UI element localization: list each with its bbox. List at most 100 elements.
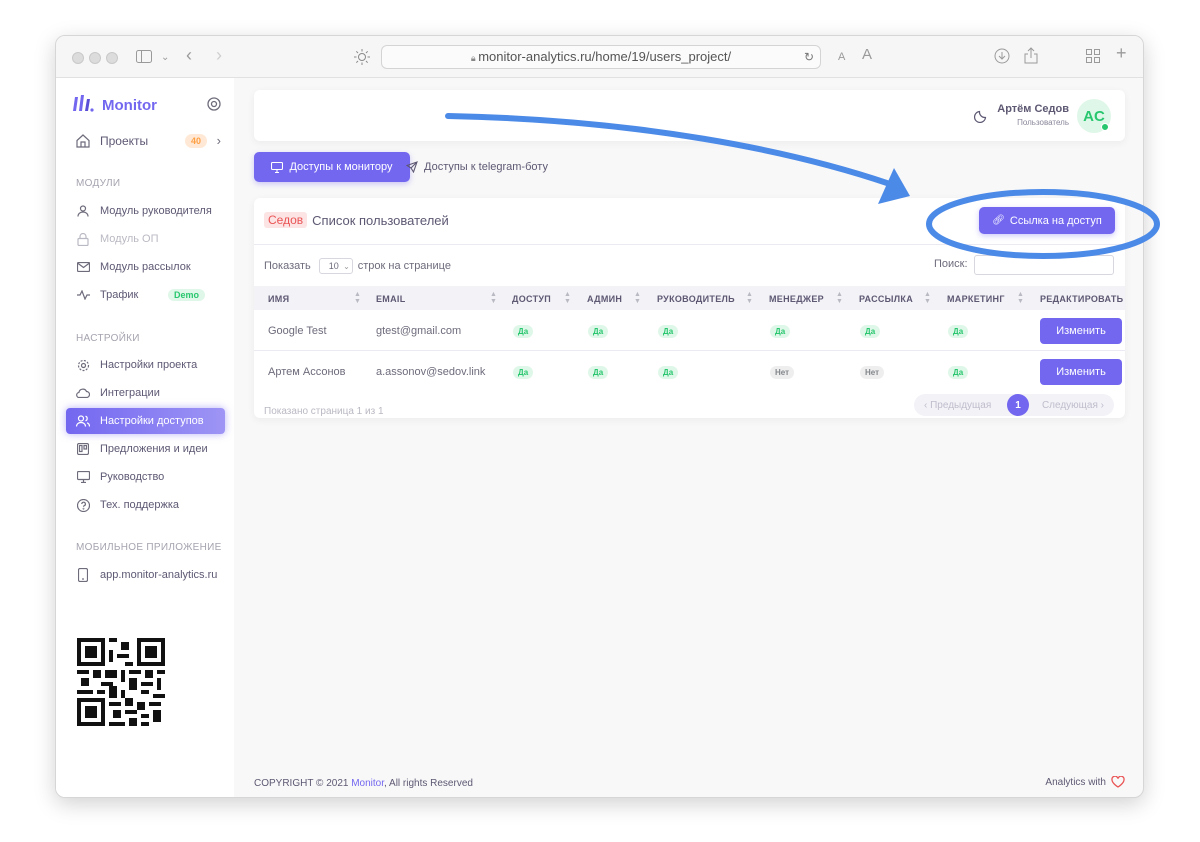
avatar[interactable]: AC [1077,99,1111,133]
tab-telegram-access[interactable]: Доступы к telegram-боту [406,161,548,173]
sidebar-item-mailing-module[interactable]: Модуль рассылок [66,254,225,280]
link-icon: 🔗︎ [992,215,1005,226]
new-tab-icon[interactable]: + [1116,44,1127,62]
sort-icon[interactable]: ▲ ▼ [634,291,641,305]
sidebar-item-suggestions[interactable]: Предложения и идеи [66,436,225,462]
sidebar-toggle-icon[interactable] [136,50,152,65]
brightness-icon[interactable] [354,49,370,67]
status-badge: Да [860,325,881,338]
sidebar-item-label: Модуль ОП [100,233,159,245]
sidebar-item-label: app.monitor-analytics.ru [100,569,218,581]
pagination-info: Показано страница 1 из 1 [264,406,384,417]
qr-code-image [77,638,165,726]
sort-icon[interactable]: ▲ ▼ [490,291,497,305]
modules-section-title: МОДУЛИ [76,178,121,189]
column-header-head[interactable]: РУКОВОДИТЕЛЬ [657,294,735,304]
share-icon[interactable] [1024,47,1038,66]
tabs-overview-icon[interactable] [1086,49,1100,65]
search-label: Поиск: [934,258,968,270]
access-link-button[interactable]: 🔗︎ Ссылка на доступ [979,207,1115,234]
mail-icon [76,260,90,274]
settings-section-title: НАСТРОЙКИ [76,333,140,344]
button-label: Ссылка на доступ [1009,214,1102,227]
browser-toolbar: ⌄ ‹ › 🔒︎ monitor-analytics.ru/home/19/us… [56,36,1143,78]
column-header-name[interactable]: ИМЯ [268,294,289,304]
column-header-email[interactable]: EMAIL [376,294,406,304]
mobile-section-title: МОБИЛЬНОЕ ПРИЛОЖЕНИЕ [76,542,222,553]
next-page-button[interactable]: Следующая › [1042,400,1104,411]
status-badge: Нет [770,366,795,379]
reload-icon[interactable]: ↻ [804,46,814,68]
rows-label: строк на странице [357,260,451,272]
user-name[interactable]: Артём Седов [997,103,1069,115]
tab-monitor-access[interactable]: Доступы к монитору [254,152,410,182]
lock-icon [76,232,90,246]
status-badge: Да [948,325,969,338]
activity-icon [76,288,90,302]
column-header-admin[interactable]: АДМИН [587,294,622,304]
status-badge: Да [588,325,609,338]
forward-arrow-icon[interactable]: › [216,46,222,64]
sidebar-item-label: Модуль руководителя [100,205,212,217]
sort-icon[interactable]: ▲ ▼ [746,291,753,305]
sidebar-item-support[interactable]: Тех. поддержка [66,492,225,518]
sort-icon[interactable]: ▲ ▼ [564,291,571,305]
column-header-manager[interactable]: МЕНЕДЖЕР [769,294,824,304]
sidebar-item-mobile-app[interactable]: app.monitor-analytics.ru [66,562,225,588]
cell-email: a.assonov@sedov.link [376,366,486,378]
page-size-control: Показать 10 ⌄ строк на странице [264,258,451,274]
sort-icon[interactable]: ▲ ▼ [924,291,931,305]
edit-button[interactable]: Изменить [1040,318,1122,344]
analytics-credit: Analytics with [1045,776,1125,788]
address-bar[interactable]: 🔒︎ monitor-analytics.ru/home/19/users_pr… [381,45,821,69]
text-smaller-icon[interactable]: A [838,50,845,64]
monitor-logo-icon [72,94,94,117]
close-window-button[interactable] [72,52,84,64]
show-label: Показать [264,260,311,272]
chevron-down-icon[interactable]: ⌄ [161,51,169,65]
page-size-select[interactable]: 10 ⌄ [318,258,353,274]
copyright: COPYRIGHT © 2021 Monitor, All rights Res… [254,778,473,789]
previous-page-button[interactable]: ‹ Предыдущая [924,400,991,411]
column-header-access[interactable]: ДОСТУП [512,294,551,304]
send-icon [406,161,418,173]
sidebar-item-projects[interactable]: Проекты 40 › [66,128,225,154]
text-larger-icon[interactable]: A [862,47,872,62]
download-icon[interactable] [994,48,1010,66]
moon-icon[interactable] [973,108,990,124]
sidebar-item-project-settings[interactable]: Настройки проекта [66,352,225,378]
page-number-button[interactable]: 1 [1007,394,1029,416]
cell-email: gtest@gmail.com [376,325,462,337]
table-row: Артем Ассонов a.assonov@sedov.link Да Да… [254,351,1125,392]
home-icon [76,134,90,148]
status-badge: Да [948,366,969,379]
project-tag: Седов [264,212,308,228]
sidebar-item-traffic[interactable]: Трафик Demo [66,282,225,308]
sort-icon[interactable]: ▲ ▼ [836,291,843,305]
brand[interactable]: Monitor [72,94,157,116]
minimize-window-button[interactable] [89,52,101,64]
copyright-link[interactable]: Monitor [351,778,384,789]
zoom-window-button[interactable] [106,52,118,64]
sidebar-item-access-settings[interactable]: Настройки доступов [66,408,225,434]
sidebar-item-label: Модуль рассылок [100,261,191,273]
pagination: ‹ Предыдущая 1 Следующая › [914,394,1114,416]
page-size-value: 10 [328,261,339,271]
analytics-text: Analytics with [1045,776,1106,788]
edit-button[interactable]: Изменить [1040,359,1122,385]
table-header: ИМЯ ▲ ▼ EMAIL ▲ ▼ ДОСТУП ▲ ▼ АДМИН ▲ ▼ РУКОВ… [254,286,1125,310]
users-card: Седов Список пользователей 🔗︎ Ссылка на … [254,198,1125,418]
sort-icon[interactable]: ▲ ▼ [354,291,361,305]
search-input[interactable] [974,255,1114,275]
sidebar-item-head-module[interactable]: Модуль руководителя [66,198,225,224]
tab-label: Доступы к telegram-боту [424,161,548,173]
pin-sidebar-icon[interactable] [207,97,221,116]
sidebar-item-integrations[interactable]: Интеграции [66,380,225,406]
column-header-mailing[interactable]: РАССЫЛКА [859,294,913,304]
sidebar-item-sales-module[interactable]: Модуль ОП [66,226,225,252]
card-title: Седов Список пользователей [264,212,449,228]
column-header-marketing[interactable]: МАРКЕТИНГ [947,294,1005,304]
sort-icon[interactable]: ▲ ▼ [1017,291,1024,305]
back-arrow-icon[interactable]: ‹ [186,46,192,64]
sidebar-item-guide[interactable]: Руководство [66,464,225,490]
